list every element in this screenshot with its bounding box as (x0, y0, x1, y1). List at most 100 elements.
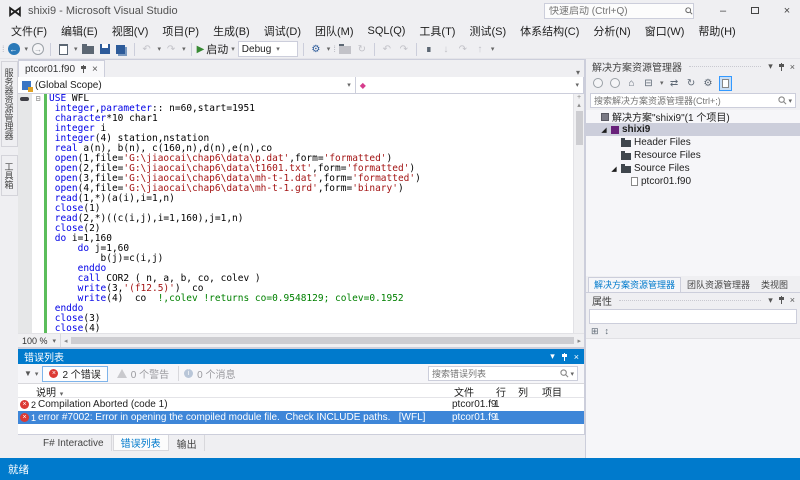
error-row[interactable]: ×2Compilation Aborted (code 1)ptcor01.f9… (18, 398, 584, 411)
bottom-tab[interactable]: 错误列表 (113, 435, 169, 451)
tab-list-dropdown-icon[interactable]: ▾ (105, 66, 584, 77)
menu-item[interactable]: 编辑(E) (54, 21, 105, 41)
solution-explorer-title-bar[interactable]: 解决方案资源管理器 ▾ × (586, 59, 800, 74)
menu-item[interactable]: 工具(T) (412, 21, 462, 41)
redo-dropdown-icon[interactable]: ▾ (182, 45, 186, 53)
close-panel-icon[interactable]: × (790, 62, 795, 72)
preview-selected-button[interactable] (719, 76, 732, 91)
error-search-box[interactable]: ▾ (428, 366, 578, 381)
filter-button[interactable]: ▼ ▾ (24, 369, 38, 378)
zoom-select[interactable]: 100 % ▾ (18, 334, 61, 347)
left-strip-tab[interactable]: 工具箱 (1, 155, 18, 196)
new-file-button[interactable] (56, 41, 70, 57)
scope-select[interactable]: (Global Scope) ▾ (18, 77, 356, 93)
minimize-button[interactable]: – (710, 5, 736, 17)
warnings-toggle-button[interactable]: 0 个警告 (112, 366, 174, 381)
collapse-all-button[interactable]: ⊟ (642, 76, 655, 91)
sort-categorized-icon[interactable]: ⊞ (591, 326, 599, 337)
outline-margin[interactable]: ⊟ (32, 94, 44, 333)
column-header-project[interactable]: 项目 (540, 384, 584, 399)
close-panel-icon[interactable]: × (574, 352, 579, 362)
undo-history-button[interactable]: ↶ (380, 41, 394, 57)
toolbar-overflow-icon[interactable]: ▾ (327, 45, 331, 53)
window-position-dropdown-icon[interactable]: ▾ (768, 61, 773, 72)
properties-title-bar[interactable]: 属性 ▾ × (586, 293, 800, 308)
tab-close-icon[interactable]: × (92, 64, 98, 75)
close-button[interactable]: × (774, 5, 800, 17)
close-panel-icon[interactable]: × (790, 295, 795, 305)
menu-item[interactable]: 分析(N) (586, 21, 637, 41)
new-file-dropdown-icon[interactable]: ▾ (74, 45, 78, 53)
tree-item[interactable]: Header Files (586, 136, 800, 149)
pin-icon[interactable] (561, 353, 568, 361)
menu-item[interactable]: SQL(Q) (361, 23, 413, 39)
window-position-dropdown-icon[interactable]: ▾ (768, 295, 773, 306)
undo-dropdown-icon[interactable]: ▾ (158, 45, 162, 53)
pin-icon[interactable] (80, 65, 87, 73)
menu-item[interactable]: 文件(F) (4, 21, 54, 41)
right-tab[interactable]: 解决方案资源管理器 (588, 277, 681, 292)
se-back-button[interactable] (591, 76, 604, 91)
toolbar-grip[interactable]: ⁞ (2, 44, 4, 54)
collapse-dropdown-icon[interactable]: ▾ (660, 79, 664, 87)
bottom-tab[interactable]: 输出 (170, 435, 205, 451)
tree-item[interactable]: 解决方案"shixi9"(1 个项目) (586, 110, 800, 123)
code-editor[interactable]: USE WFL integer,parameter:: n=60,start=1… (47, 94, 573, 333)
break-all-button[interactable]: ∎ (422, 41, 436, 57)
column-header-description[interactable]: 说明 ▾ (18, 384, 452, 399)
save-all-button[interactable] (115, 41, 129, 57)
scroll-up-icon[interactable]: ▴ (577, 101, 581, 109)
bottom-tab[interactable]: F# Interactive (36, 435, 112, 451)
hscroll-thumb[interactable] (71, 337, 575, 344)
scroll-right-icon[interactable]: ▸ (577, 337, 581, 345)
tree-item[interactable]: ptcor01.f90 (586, 175, 800, 188)
solution-search-input[interactable] (594, 96, 778, 106)
expand-arrow-icon[interactable]: ◢ (600, 126, 608, 134)
toolbar-overflow-icon[interactable]: ▾ (491, 45, 495, 53)
open-file-button[interactable] (81, 41, 95, 57)
column-header-col[interactable]: 列 (516, 384, 540, 399)
menu-item[interactable]: 测试(S) (462, 21, 513, 41)
left-strip-tab[interactable]: 服务器资源管理器 (1, 61, 18, 147)
member-select[interactable]: ◆ ▾ (356, 77, 584, 93)
se-forward-button[interactable] (608, 76, 621, 91)
undo-button[interactable]: ↶ (140, 41, 154, 57)
tab-ptcor01[interactable]: ptcor01.f90 × (18, 60, 105, 77)
right-tab[interactable]: 团队资源管理器 (682, 277, 755, 292)
menu-item[interactable]: 生成(B) (206, 21, 257, 41)
menu-item[interactable]: 视图(V) (105, 21, 156, 41)
sync-with-active-button[interactable]: ⇄ (668, 76, 681, 91)
errors-toggle-button[interactable]: × 2 个错误 (42, 366, 107, 382)
sort-alphabetical-icon[interactable]: ↕ (605, 326, 610, 336)
menu-item[interactable]: 团队(M) (308, 21, 361, 41)
step-out-button[interactable]: ↑ (473, 41, 487, 57)
tree-item[interactable]: ◢Source Files (586, 162, 800, 175)
error-row[interactable]: ×1error #7002: Error in opening the comp… (18, 411, 584, 424)
column-header-file[interactable]: 文件 (452, 384, 494, 399)
right-tab[interactable]: 类视图 (756, 277, 793, 292)
editor-vscrollbar[interactable]: + ▴ (573, 94, 584, 333)
tree-item[interactable]: ◢shixi9 (586, 123, 800, 136)
properties-tool-button[interactable]: ⚙ (702, 76, 715, 91)
tree-item[interactable]: Resource Files (586, 149, 800, 162)
editor-hscrollbar[interactable]: ◂ ▸ (61, 337, 584, 345)
quick-launch-box[interactable] (544, 3, 694, 19)
solution-search-box[interactable]: ▾ (590, 93, 796, 108)
navigate-forward-button[interactable]: → (31, 41, 45, 57)
error-search-input[interactable] (432, 369, 560, 379)
find-in-files-button[interactable]: ⚙ (309, 41, 323, 57)
menu-item[interactable]: 项目(P) (155, 21, 206, 41)
toolbar-grip[interactable]: ⁞ (333, 44, 335, 54)
search-dropdown-icon[interactable]: ▾ (570, 370, 574, 378)
step-into-button[interactable]: ↓ (439, 41, 453, 57)
menu-item[interactable]: 帮助(H) (691, 21, 742, 41)
scroll-left-icon[interactable]: ◂ (64, 337, 68, 345)
restart-button[interactable]: ↻ (355, 41, 369, 57)
expand-arrow-icon[interactable]: ◢ (610, 165, 618, 173)
quick-launch-input[interactable] (545, 6, 685, 17)
maximize-button[interactable] (742, 5, 768, 17)
column-header-line[interactable]: 行 (494, 384, 516, 399)
navigate-back-dropdown-icon[interactable]: ▾ (25, 45, 29, 53)
error-list-title-bar[interactable]: 错误列表 ▾ × (18, 349, 584, 364)
refresh-button[interactable]: ↻ (685, 76, 698, 91)
